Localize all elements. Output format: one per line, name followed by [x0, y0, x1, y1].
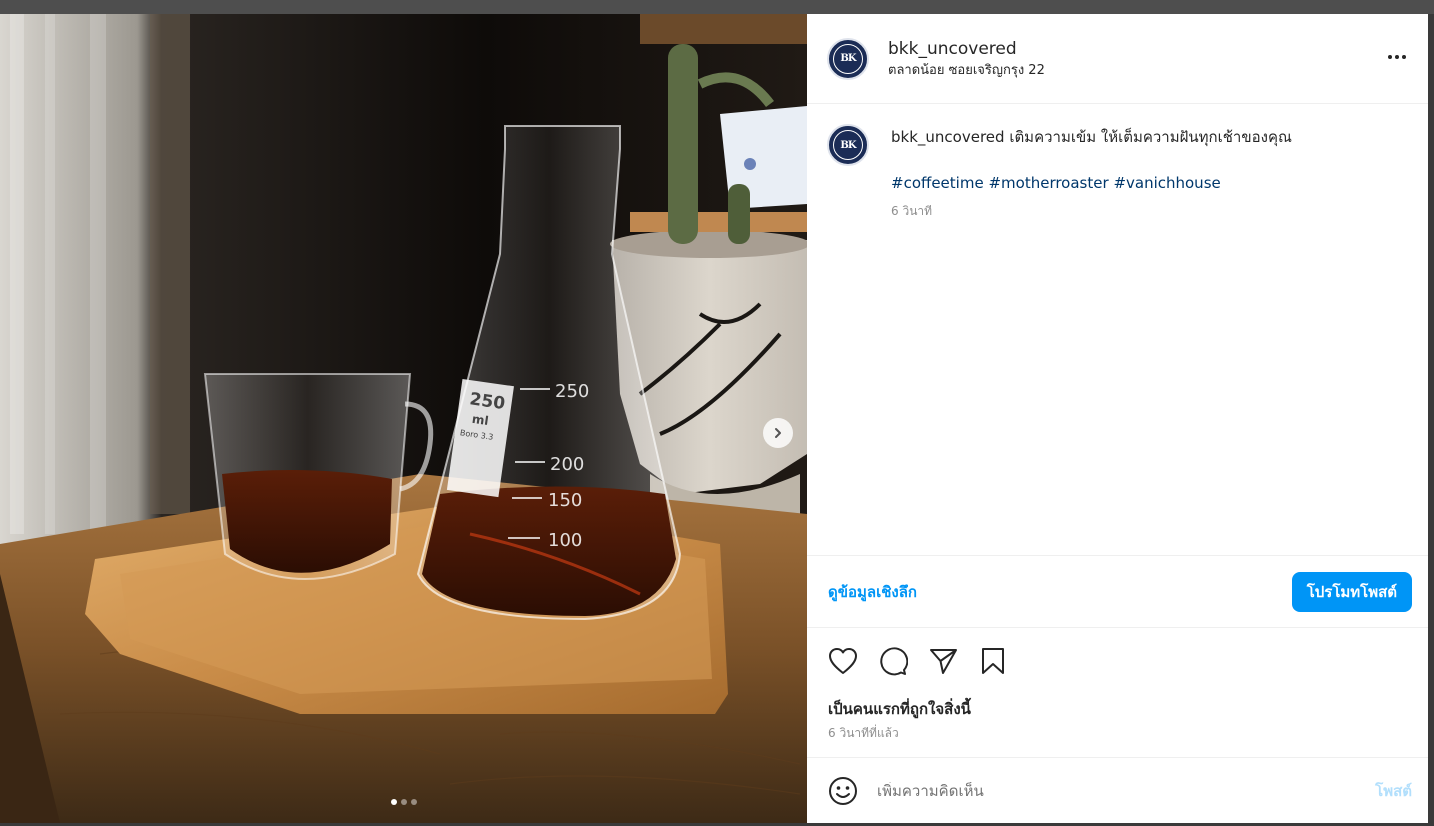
chevron-right-icon — [775, 428, 781, 438]
post-timestamp: 6 วินาทีที่แล้ว — [828, 726, 899, 740]
comment-icon — [880, 647, 908, 676]
more-options-button[interactable] — [1384, 47, 1410, 67]
more-dot-icon — [1395, 55, 1399, 59]
promote-post-button[interactable]: โปรโมทโพสต์ — [1291, 571, 1412, 612]
flask-mark-2: 200 — [550, 454, 584, 475]
post-header: BK bkk_uncovered ตลาดน้อย ซอยเจริญกรุง 2… — [807, 14, 1428, 104]
post-side-panel: BK bkk_uncovered ตลาดน้อย ซอยเจริญกรุง 2… — [807, 14, 1428, 823]
emoji-button[interactable] — [827, 775, 859, 807]
hashtag-link[interactable]: #motherroaster — [988, 174, 1108, 192]
likes-text[interactable]: เป็นคนแรกที่ถูกใจสิ่งนี้ — [828, 697, 971, 721]
post-photo: 250 ml Boro 3.3 250 200 150 100 — [0, 14, 807, 823]
post-username[interactable]: bkk_uncovered — [888, 38, 1045, 60]
flask-mark-3: 150 — [548, 490, 582, 511]
hashtag-link[interactable]: #coffeetime — [891, 174, 984, 192]
post-location[interactable]: ตลาดน้อย ซอยเจริญกรุง 22 — [888, 62, 1045, 80]
avatar[interactable]: BK — [827, 37, 869, 80]
post-actions — [807, 643, 1428, 679]
avatar-monogram: BK — [833, 130, 863, 160]
share-icon — [930, 649, 957, 674]
caption-username[interactable]: bkk_uncovered — [891, 128, 1005, 146]
heart-icon — [829, 648, 857, 674]
hashtag-link[interactable]: #vanichhouse — [1113, 174, 1220, 192]
comment-bar: โพสต์ — [807, 757, 1428, 823]
share-button[interactable] — [927, 645, 959, 677]
save-button[interactable] — [977, 645, 1009, 677]
emoji-icon — [829, 776, 857, 805]
view-insights-link[interactable]: ดูข้อมูลเชิงลึก — [828, 580, 917, 604]
modal-backdrop-top[interactable] — [0, 0, 1434, 14]
carousel-dot-2 — [400, 799, 407, 805]
post-comment-button[interactable]: โพสต์ — [1375, 779, 1412, 803]
caption-timestamp: 6 วินาที — [891, 204, 933, 218]
flask-mark-4: 100 — [548, 530, 582, 551]
modal-backdrop-right[interactable] — [1428, 14, 1434, 826]
like-button[interactable] — [827, 645, 859, 677]
comment-button[interactable] — [877, 645, 909, 677]
flask-mark-1: 250 — [555, 381, 589, 402]
flask-unit-label: ml — [471, 412, 489, 428]
carousel-dot-1 — [390, 799, 397, 805]
more-dot-icon — [1388, 55, 1392, 59]
carousel-indicator — [0, 799, 807, 805]
caption-text: เติมความเข้ม ให้เต็มความฝันทุกเช้าของคุณ — [1009, 128, 1292, 146]
caption-avatar[interactable]: BK — [827, 124, 869, 166]
post-media[interactable]: 250 ml Boro 3.3 250 200 150 100 — [0, 14, 807, 823]
comment-input[interactable] — [877, 781, 1376, 800]
insights-bar: ดูข้อมูลเชิงลึก โปรโมทโพสต์ — [807, 555, 1428, 628]
caption-hashtags: #coffeetime #motherroaster #vanichhouse — [891, 172, 1292, 194]
avatar-monogram: BK — [833, 43, 863, 74]
post-caption: BK bkk_uncovered เติมความเข้ม ให้เต็มควา… — [827, 122, 1408, 221]
bookmark-icon — [982, 648, 1004, 674]
carousel-next-button[interactable] — [763, 418, 793, 448]
more-dot-icon — [1402, 55, 1406, 59]
carousel-dot-3 — [410, 799, 417, 805]
